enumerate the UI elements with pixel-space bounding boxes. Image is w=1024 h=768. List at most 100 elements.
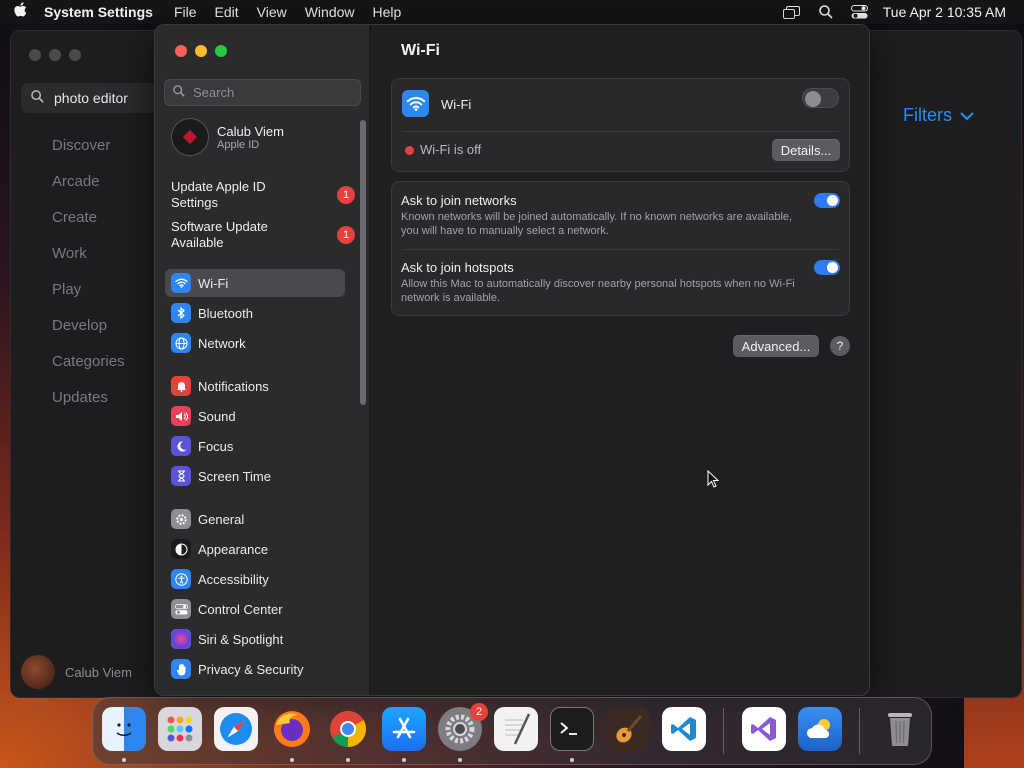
sidebar-item-sound[interactable]: Sound — [165, 402, 345, 430]
bg-nav-updates[interactable]: Updates — [52, 387, 125, 423]
trash-icon[interactable] — [878, 707, 922, 751]
spotlight-search-icon[interactable] — [809, 0, 843, 24]
app-store-icon[interactable] — [382, 707, 426, 751]
notice-label: Software Update Available — [171, 219, 268, 250]
menu-help[interactable]: Help — [364, 4, 411, 20]
sidebar-item-screen-time[interactable]: Screen Time — [165, 462, 345, 490]
bg-search-field[interactable]: photo editor — [21, 83, 156, 113]
filters-label: Filters — [903, 105, 952, 125]
running-indicator — [458, 758, 462, 762]
sidebar-item-network[interactable]: Network — [165, 329, 345, 357]
menu-bar: System Settings File Edit View Window He… — [0, 0, 1024, 24]
sidebar-item-appearance[interactable]: Appearance — [165, 535, 345, 563]
sidebar-scrollbar[interactable] — [360, 120, 366, 405]
bg-user-account[interactable]: Calub Viem — [21, 655, 132, 689]
bg-nav-play[interactable]: Play — [52, 279, 125, 315]
search-placeholder: Search — [193, 85, 235, 100]
weather-icon[interactable] — [798, 707, 842, 751]
sidebar-item-siri-spotlight[interactable]: Siri & Spotlight — [165, 625, 345, 653]
menu-clock[interactable]: Tue Apr 2 10:35 AM — [877, 4, 1006, 20]
wifi-icon — [402, 90, 429, 117]
launchpad-icon[interactable] — [158, 707, 202, 751]
vscode-icon[interactable] — [662, 707, 706, 751]
dock-separator — [859, 708, 860, 754]
notification-badge: 1 — [337, 226, 355, 244]
ask-join-networks-toggle[interactable] — [814, 193, 840, 208]
menu-edit[interactable]: Edit — [206, 4, 248, 20]
bg-user-name: Calub Viem — [65, 664, 132, 680]
moon-icon — [171, 436, 191, 456]
avatar — [21, 655, 55, 689]
sidebar-item-bluetooth[interactable]: Bluetooth — [165, 299, 345, 327]
firefox-icon[interactable] — [270, 707, 314, 751]
speaker-icon — [171, 406, 191, 426]
menu-window[interactable]: Window — [296, 4, 364, 20]
wifi-toggle[interactable] — [802, 88, 839, 108]
wifi-label: Wi-Fi — [441, 97, 472, 112]
minimize-window-button[interactable] — [195, 45, 207, 57]
menu-file[interactable]: File — [165, 4, 206, 20]
filters-button[interactable]: Filters — [903, 105, 974, 126]
sidebar-item-wifi[interactable]: Wi-Fi — [165, 269, 345, 297]
chrome-icon[interactable] — [326, 707, 370, 751]
bg-nav-create[interactable]: Create — [52, 207, 125, 243]
sidebar-item-label: Appearance — [198, 541, 269, 557]
apple-id-account[interactable]: Calub Viem Apple ID — [171, 118, 284, 156]
running-indicator — [122, 758, 126, 762]
bg-nav-work[interactable]: Work — [52, 243, 125, 279]
finder-icon[interactable] — [102, 707, 146, 751]
details-button[interactable]: Details... — [772, 139, 840, 161]
guitar-icon[interactable] — [606, 707, 650, 751]
sidebar-search-input[interactable]: Search — [164, 79, 361, 106]
apple-menu-icon[interactable] — [0, 1, 40, 23]
sidebar-item-accessibility[interactable]: Accessibility — [165, 565, 345, 593]
search-icon — [173, 85, 185, 100]
help-button[interactable]: ? — [830, 336, 850, 356]
control-center-icon — [171, 599, 191, 619]
sidebar-item-label: Screen Time — [198, 468, 271, 484]
account-name: Calub Viem — [217, 123, 284, 139]
visual-studio-icon[interactable] — [742, 707, 786, 751]
globe-icon — [171, 333, 191, 353]
window-controls — [175, 45, 227, 57]
zoom-window-button[interactable] — [215, 45, 227, 57]
sidebar-item-privacy-security[interactable]: Privacy & Security — [165, 655, 345, 683]
sidebar-item-control-center[interactable]: Control Center — [165, 595, 345, 623]
avatar — [171, 118, 209, 156]
close-window-button[interactable] — [175, 45, 187, 57]
bg-nav: Discover Arcade Create Work Play Develop… — [52, 135, 125, 423]
safari-icon[interactable] — [214, 707, 258, 751]
menu-view[interactable]: View — [248, 4, 296, 20]
option-description: Known networks will be joined automatica… — [401, 211, 793, 237]
bg-nav-categories[interactable]: Categories — [52, 351, 125, 387]
divider — [402, 249, 839, 250]
sidebar-item-general[interactable]: General — [165, 505, 345, 533]
notification-badge: 1 — [337, 186, 355, 204]
menu-app-name[interactable]: System Settings — [40, 4, 165, 20]
bg-nav-develop[interactable]: Develop — [52, 315, 125, 351]
status-indicator-icon — [405, 146, 414, 155]
ask-join-hotspots-toggle[interactable] — [814, 260, 840, 275]
wifi-icon — [171, 273, 191, 293]
textedit-icon[interactable] — [494, 707, 538, 751]
gear-icon[interactable]: 2 — [438, 703, 488, 751]
advanced-button[interactable]: Advanced... — [733, 335, 819, 357]
sidebar-item-focus[interactable]: Focus — [165, 432, 345, 460]
bg-nav-arcade[interactable]: Arcade — [52, 171, 125, 207]
bell-icon — [171, 376, 191, 396]
sidebar-item-label: Sound — [198, 408, 236, 424]
terminal-icon[interactable] — [550, 707, 594, 751]
running-indicator — [570, 758, 574, 762]
screen-mirroring-icon[interactable] — [775, 0, 809, 24]
option-title: Ask to join networks — [401, 193, 517, 208]
control-center-icon[interactable] — [843, 0, 877, 24]
notice-software-update[interactable]: Software Update Available 1 — [171, 219, 361, 251]
hourglass-icon — [171, 466, 191, 486]
notice-update-apple-id[interactable]: Update Apple ID Settings 1 — [171, 179, 361, 211]
sidebar-item-notifications[interactable]: Notifications — [165, 372, 345, 400]
settings-main-pane: Wi-Fi Wi-Fi Wi-Fi is off Details... Ask … — [371, 25, 869, 695]
hand-icon — [171, 659, 191, 679]
bg-nav-discover[interactable]: Discover — [52, 135, 125, 171]
mouse-pointer-icon — [707, 469, 720, 493]
dock: 2 — [92, 697, 932, 765]
